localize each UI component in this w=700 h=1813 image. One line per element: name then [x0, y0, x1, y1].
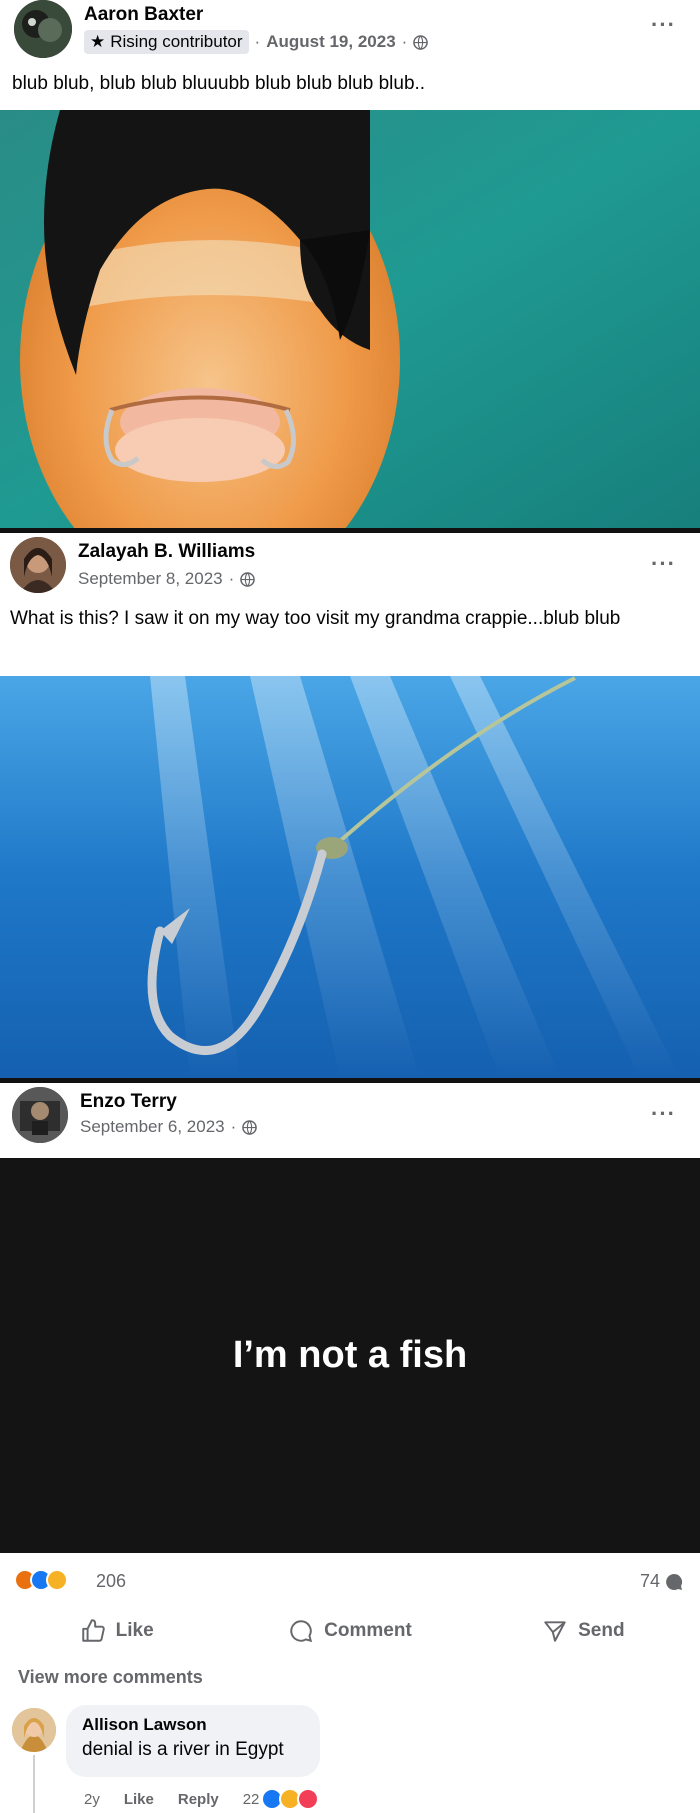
comment-reactions[interactable]: 22: [243, 1788, 320, 1810]
post-divider: [0, 528, 700, 533]
fish-meme-image[interactable]: [0, 110, 700, 528]
view-more-comments[interactable]: View more comments: [18, 1667, 203, 1688]
author-name[interactable]: Enzo Terry: [80, 1091, 177, 1113]
post-date[interactable]: September 8, 2023: [78, 569, 223, 589]
like-label: Like: [115, 1620, 154, 1641]
commenter-name[interactable]: Allison Lawson: [82, 1715, 304, 1735]
comment-text: denial is a river in Egypt: [82, 1739, 284, 1760]
separator: ·: [230, 1117, 237, 1136]
comment-thread-line: [33, 1755, 35, 1813]
post-header: Enzo Terry September 6, 2023 · ···: [0, 1083, 700, 1163]
love-reaction-icon: [297, 1788, 320, 1810]
like-button[interactable]: Like: [0, 1603, 233, 1659]
more-options-icon[interactable]: ···: [651, 14, 676, 36]
rising-contributor-badge[interactable]: ★ Rising contributor: [84, 30, 249, 54]
separator: ·: [401, 32, 408, 51]
comment-label: Comment: [324, 1620, 412, 1641]
globe-icon: [413, 34, 429, 50]
comment-button[interactable]: Comment: [233, 1603, 466, 1659]
comment-reaction-count: 22: [242, 1790, 260, 1808]
comment-reply-button[interactable]: Reply: [178, 1791, 219, 1808]
post-meta: ★ Rising contributor · August 19, 2023 ·: [84, 30, 429, 54]
send-icon: [544, 1621, 566, 1642]
avatar[interactable]: [12, 1087, 68, 1143]
post-header: Aaron Baxter ★ Rising contributor · Augu…: [0, 0, 700, 80]
image-caption: I’m not a fish: [232, 1334, 468, 1376]
post-meta: September 8, 2023 ·: [78, 569, 256, 589]
post-aaron-baxter: Aaron Baxter ★ Rising contributor · Augu…: [0, 0, 700, 528]
comment-bubble-icon: [666, 1573, 683, 1590]
globe-icon: [240, 571, 256, 587]
commenter-avatar[interactable]: [12, 1708, 56, 1752]
globe-icon: [242, 1119, 258, 1135]
comment-icon: [290, 1620, 313, 1643]
post-header: Zalayah B. Williams September 8, 2023 · …: [0, 533, 700, 613]
text-post-image[interactable]: I’m not a fish: [0, 1158, 700, 1553]
comment-like-button[interactable]: Like: [124, 1791, 154, 1808]
wow-reaction-icon: [46, 1569, 68, 1591]
post-enzo-terry: Enzo Terry September 6, 2023 · ··· I’m n…: [0, 1083, 700, 1813]
send-button[interactable]: Send: [467, 1603, 700, 1659]
separator: ·: [228, 569, 235, 588]
post-text: What is this? I saw it on my way too vis…: [10, 608, 621, 629]
comment-age[interactable]: 2y: [84, 1791, 100, 1808]
reactions-summary: 206 74: [0, 1559, 700, 1603]
author-name[interactable]: Aaron Baxter: [84, 4, 203, 26]
post-zalayah-williams: Zalayah B. Williams September 8, 2023 · …: [0, 533, 700, 1078]
post-meta: September 6, 2023 ·: [80, 1117, 258, 1137]
badge-label: Rising contributor: [110, 32, 243, 51]
author-name[interactable]: Zalayah B. Williams: [78, 541, 255, 563]
post-actions: Like Comment Send: [0, 1603, 700, 1659]
comment-count-value: 74: [639, 1571, 660, 1591]
reaction-icons[interactable]: [14, 1569, 68, 1591]
more-options-icon[interactable]: ···: [651, 1103, 676, 1125]
star-icon: ★: [90, 32, 106, 51]
thumbs-up-icon: [81, 1619, 105, 1642]
comment-meta: 2y Like Reply 22: [84, 1788, 320, 1810]
avatar[interactable]: [14, 0, 72, 58]
comment-bubble: Allison Lawson denial is a river in Egyp…: [66, 1705, 320, 1777]
separator: ·: [254, 32, 261, 51]
post-date[interactable]: September 6, 2023: [80, 1117, 225, 1137]
send-label: Send: [578, 1620, 625, 1641]
avatar[interactable]: [10, 537, 66, 593]
more-options-icon[interactable]: ···: [651, 553, 676, 575]
post-date[interactable]: August 19, 2023: [266, 32, 395, 52]
post-divider: [0, 1078, 700, 1083]
post-text: blub blub, blub blub bluuubb blub blub b…: [12, 73, 426, 94]
reaction-count[interactable]: 206: [96, 1571, 126, 1592]
comment-count[interactable]: 74: [640, 1571, 684, 1592]
fishing-hook-image[interactable]: [0, 676, 700, 1078]
